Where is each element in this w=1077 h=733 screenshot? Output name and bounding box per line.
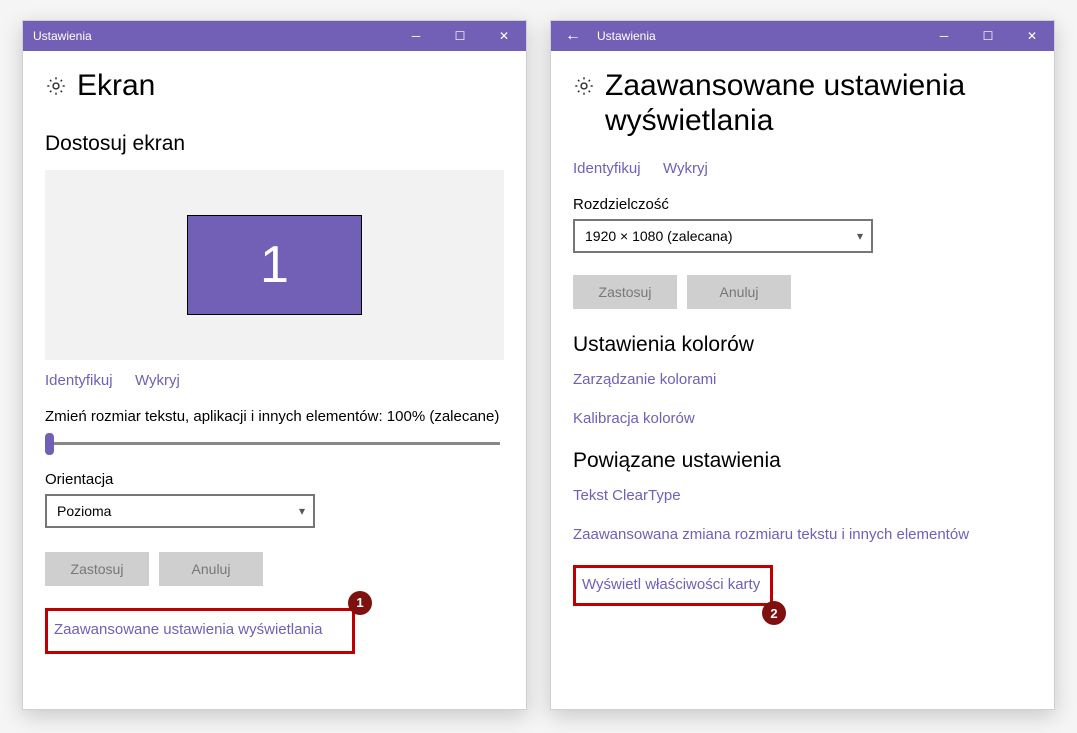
resolution-value: 1920 × 1080 (zalecana)	[585, 228, 733, 244]
back-button[interactable]: ←	[551, 21, 595, 51]
page-title: Zaawansowane ustawienia wyświetlania	[605, 69, 1032, 138]
content-area: Zaawansowane ustawienia wyświetlania Ide…	[551, 51, 1054, 709]
advanced-text-sizing-link[interactable]: Zaawansowana zmiana rozmiaru tekstu i in…	[573, 526, 1032, 543]
highlight-box-2: Wyświetl właściwości karty 2	[573, 565, 773, 606]
slider-track	[49, 442, 500, 445]
maximize-button[interactable]: ☐	[438, 21, 482, 51]
orientation-label: Orientacja	[45, 471, 504, 488]
minimize-button[interactable]: ─	[394, 21, 438, 51]
close-button[interactable]: ✕	[482, 21, 526, 51]
cleartype-link[interactable]: Tekst ClearType	[573, 487, 1032, 504]
detect-link[interactable]: Wykryj	[135, 372, 180, 389]
color-calibration-link[interactable]: Kalibracja kolorów	[573, 410, 1032, 427]
page-header: Zaawansowane ustawienia wyświetlania	[573, 69, 1032, 138]
related-settings-heading: Powiązane ustawienia	[573, 449, 1032, 473]
color-management-link[interactable]: Zarządzanie kolorami	[573, 371, 1032, 388]
gear-icon	[573, 75, 595, 97]
slider-thumb[interactable]	[45, 433, 54, 455]
minimize-button[interactable]: ─	[922, 21, 966, 51]
content-area: Ekran Dostosuj ekran 1 Identyfikuj Wykry…	[23, 51, 526, 709]
gear-icon	[45, 75, 67, 97]
close-button[interactable]: ✕	[1010, 21, 1054, 51]
color-links: Zarządzanie kolorami Kalibracja kolorów	[573, 371, 1032, 427]
identify-link[interactable]: Identyfikuj	[573, 160, 641, 177]
window-title: Ustawienia	[595, 29, 922, 43]
display-action-links: Identyfikuj Wykryj	[45, 372, 504, 390]
orientation-value: Pozioma	[57, 503, 111, 519]
scale-label: Zmień rozmiar tekstu, aplikacji i innych…	[45, 408, 504, 425]
titlebar[interactable]: Ustawienia ─ ☐ ✕	[23, 21, 526, 51]
advanced-display-settings-link[interactable]: Zaawansowane ustawienia wyświetlania	[54, 621, 322, 638]
identify-link[interactable]: Identyfikuj	[45, 372, 113, 389]
titlebar[interactable]: ← Ustawienia ─ ☐ ✕	[551, 21, 1054, 51]
customize-display-heading: Dostosuj ekran	[45, 132, 504, 156]
monitor-1[interactable]: 1	[187, 215, 362, 315]
resolution-select[interactable]: 1920 × 1080 (zalecana) ▾	[573, 219, 873, 253]
monitor-layout-area[interactable]: 1	[45, 170, 504, 360]
apply-cancel-row: Zastosuj Anuluj	[573, 275, 1032, 309]
maximize-button[interactable]: ☐	[966, 21, 1010, 51]
orientation-select[interactable]: Pozioma ▾	[45, 494, 315, 528]
callout-badge-1: 1	[348, 591, 372, 615]
window-controls: ─ ☐ ✕	[922, 21, 1054, 51]
display-adapter-properties-link[interactable]: Wyświetl właściwości karty	[582, 576, 762, 593]
display-action-links: Identyfikuj Wykryj	[573, 160, 1032, 178]
settings-window-display: Ustawienia ─ ☐ ✕ Ekran Dostosuj ekran 1 …	[22, 20, 527, 710]
window-controls: ─ ☐ ✕	[394, 21, 526, 51]
color-settings-heading: Ustawienia kolorów	[573, 333, 1032, 357]
scale-slider[interactable]	[45, 433, 504, 455]
related-links: Tekst ClearType Zaawansowana zmiana rozm…	[573, 487, 1032, 606]
cancel-button[interactable]: Anuluj	[687, 275, 791, 309]
page-header: Ekran	[45, 69, 504, 104]
chevron-down-icon: ▾	[299, 504, 305, 518]
apply-button[interactable]: Zastosuj	[573, 275, 677, 309]
window-title: Ustawienia	[23, 29, 394, 43]
resolution-label: Rozdzielczość	[573, 196, 1032, 213]
settings-window-advanced-display: ← Ustawienia ─ ☐ ✕ Zaawansowane ustawien…	[550, 20, 1055, 710]
chevron-down-icon: ▾	[857, 229, 863, 243]
cancel-button[interactable]: Anuluj	[159, 552, 263, 586]
highlight-box-1: Zaawansowane ustawienia wyświetlania 1	[45, 608, 355, 654]
apply-button[interactable]: Zastosuj	[45, 552, 149, 586]
monitor-number: 1	[260, 235, 289, 295]
callout-badge-2: 2	[762, 601, 786, 625]
apply-cancel-row: Zastosuj Anuluj	[45, 552, 504, 586]
page-title: Ekran	[77, 69, 155, 104]
detect-link[interactable]: Wykryj	[663, 160, 708, 177]
